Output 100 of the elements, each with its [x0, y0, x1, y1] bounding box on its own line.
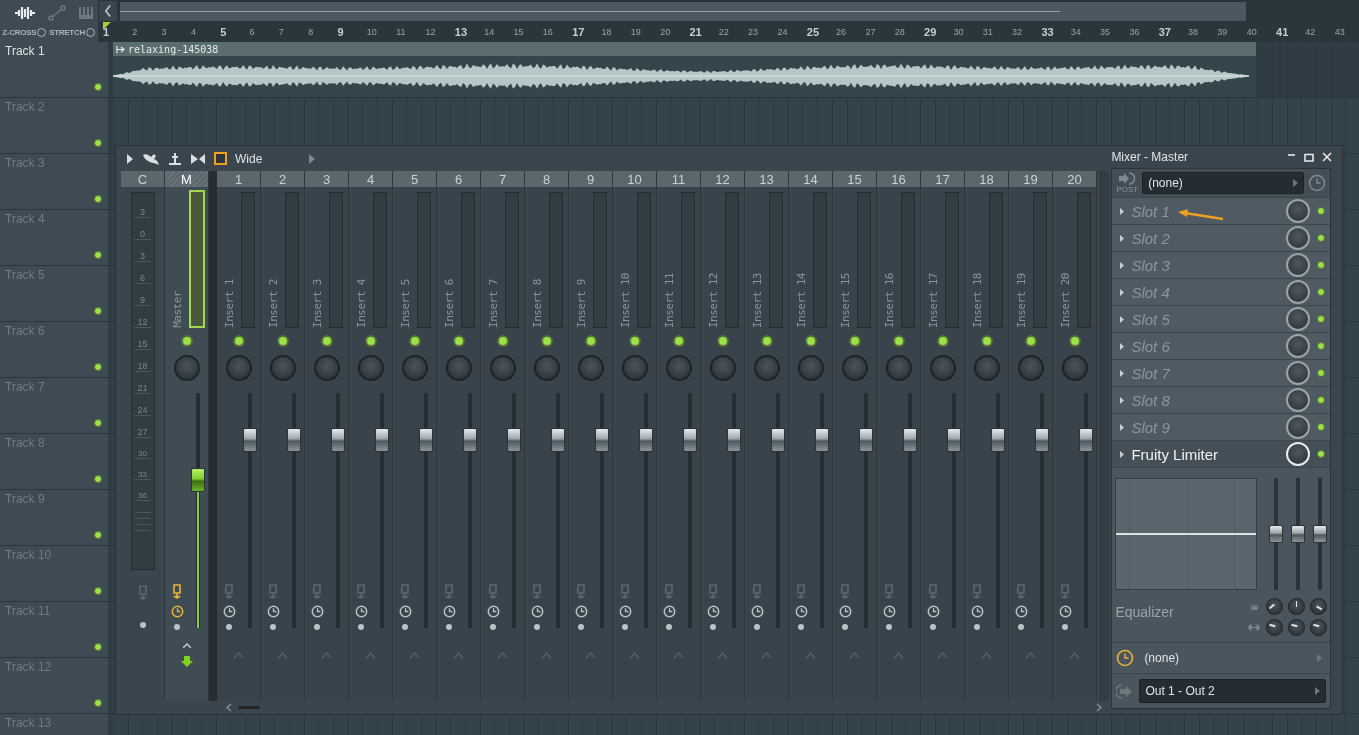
mixer-strip[interactable]: 16 Insert 16: [877, 171, 921, 701]
indicator-dot[interactable]: [622, 624, 628, 630]
anchor-icon[interactable]: [168, 151, 182, 166]
eq-slider-thumb[interactable]: [1269, 525, 1284, 543]
fader-thumb[interactable]: [375, 428, 389, 452]
volume-fader[interactable]: [463, 393, 477, 628]
fader-thumb[interactable]: [191, 467, 205, 492]
expand-arrow-icon[interactable]: [1120, 369, 1125, 377]
fader-thumb[interactable]: [1079, 428, 1093, 452]
mix-knob[interactable]: [1286, 280, 1311, 304]
strip-led-icon[interactable]: [628, 335, 641, 347]
clock-icon[interactable]: [926, 605, 940, 618]
indicator-dot[interactable]: [358, 624, 364, 630]
track-led-icon[interactable]: [94, 419, 102, 427]
mixer-strip[interactable]: 3 Insert 3: [305, 171, 349, 701]
square-toggle[interactable]: [214, 152, 227, 165]
indicator-dot[interactable]: [1062, 624, 1068, 630]
clock-icon[interactable]: [574, 605, 588, 618]
mixer-strip[interactable]: 11 Insert 11: [657, 171, 701, 701]
expand-arrow-icon[interactable]: [1120, 396, 1125, 404]
indicator-dot[interactable]: [270, 624, 276, 630]
indicator-dot[interactable]: [402, 624, 408, 630]
clock-icon[interactable]: [442, 605, 456, 618]
expand-arrow-icon[interactable]: [1120, 207, 1125, 215]
volume-fader[interactable]: [287, 393, 301, 628]
volume-fader[interactable]: [375, 393, 389, 628]
mixer-strip[interactable]: 6 Insert 6: [437, 171, 481, 701]
indicator-dot[interactable]: [226, 624, 232, 630]
fader-thumb[interactable]: [771, 428, 785, 452]
maximize-icon[interactable]: [1304, 152, 1314, 162]
mixer-strip[interactable]: 4 Insert 4: [349, 171, 393, 701]
volume-fader[interactable]: [639, 393, 653, 628]
fader-thumb[interactable]: [727, 428, 741, 452]
strip-led-icon[interactable]: [364, 335, 377, 347]
clock-icon[interactable]: [706, 605, 720, 618]
volume-fader[interactable]: [771, 393, 785, 628]
mixer-strip[interactable]: 8 Insert 8: [525, 171, 569, 701]
slot-led-icon[interactable]: [1317, 342, 1326, 350]
clock-icon[interactable]: [662, 605, 676, 618]
strip-led-icon[interactable]: [276, 335, 289, 347]
volume-fader[interactable]: [991, 393, 1005, 628]
clock-icon[interactable]: [354, 605, 368, 618]
effect-slot[interactable]: Slot 2: [1112, 224, 1331, 251]
slot-led-icon[interactable]: [1317, 261, 1326, 269]
master-strip[interactable]: M Master: [165, 171, 209, 701]
volume-fader[interactable]: [243, 393, 257, 628]
mix-knob[interactable]: [1286, 415, 1311, 439]
expand-arrow-icon[interactable]: [1120, 234, 1125, 242]
track-led-icon[interactable]: [94, 139, 102, 147]
indicator-dot[interactable]: [1018, 624, 1024, 630]
volume-fader[interactable]: [551, 393, 565, 628]
track-led-icon[interactable]: [94, 307, 102, 315]
scroll-left-button[interactable]: [98, 1, 117, 21]
mix-knob[interactable]: [1286, 199, 1311, 223]
mixer-strip[interactable]: 12 Insert 12: [701, 171, 745, 701]
strip-led-icon[interactable]: [180, 335, 193, 347]
mixer-strip[interactable]: 10 Insert 10: [613, 171, 657, 701]
link-nodes-icon[interactable]: [47, 5, 66, 21]
track-led-icon[interactable]: [94, 587, 102, 595]
slot-led-icon[interactable]: [1317, 423, 1326, 431]
mixer-strip[interactable]: 18 Insert 18: [965, 171, 1009, 701]
clock-icon[interactable]: [398, 605, 412, 618]
track-led-icon[interactable]: [94, 83, 102, 91]
fader-thumb[interactable]: [1035, 428, 1049, 452]
clock-icon[interactable]: [266, 605, 280, 618]
strip-led-icon[interactable]: [892, 335, 905, 347]
expand-arrow-icon[interactable]: [1120, 261, 1125, 269]
clock-icon[interactable]: [530, 605, 544, 618]
horizontal-scrollbar[interactable]: [119, 2, 1246, 21]
strip-led-icon[interactable]: [760, 335, 773, 347]
clock-icon[interactable]: [1058, 605, 1072, 618]
indicator-dot[interactable]: [798, 624, 804, 630]
track-led-icon[interactable]: [94, 531, 102, 539]
track-led-icon[interactable]: [94, 699, 102, 707]
preset-label[interactable]: Wide: [235, 151, 301, 166]
effect-slot[interactable]: Slot 5: [1112, 305, 1331, 332]
strip-led-icon[interactable]: [408, 335, 421, 347]
bowtie-icon[interactable]: [190, 152, 206, 165]
slot-led-icon[interactable]: [1317, 369, 1326, 377]
strip-led-icon[interactable]: [804, 335, 817, 347]
volume-fader[interactable]: [947, 393, 961, 628]
track-header[interactable]: Track 1: [0, 42, 108, 98]
track-led-icon[interactable]: [94, 195, 102, 203]
indicator-dot[interactable]: [534, 624, 540, 630]
input-dropdown[interactable]: (none): [1142, 172, 1305, 194]
eq-knob[interactable]: [1265, 598, 1283, 615]
strip-led-icon[interactable]: [848, 335, 861, 347]
fader-thumb[interactable]: [551, 428, 565, 452]
slot-led-icon[interactable]: [1317, 315, 1326, 323]
clock-icon[interactable]: [310, 605, 324, 618]
mix-knob[interactable]: [1286, 361, 1311, 385]
input-arrow-icon[interactable]: [1119, 172, 1136, 185]
strip-led-icon[interactable]: [1024, 335, 1037, 347]
expand-arrow-icon[interactable]: [1120, 342, 1125, 350]
track-led-icon[interactable]: [94, 643, 102, 651]
indicator-dot[interactable]: [446, 624, 452, 630]
volume-fader[interactable]: [683, 393, 697, 628]
mix-knob[interactable]: [1286, 226, 1311, 250]
volume-fader[interactable]: [507, 393, 521, 628]
indicator-dot[interactable]: [754, 624, 760, 630]
